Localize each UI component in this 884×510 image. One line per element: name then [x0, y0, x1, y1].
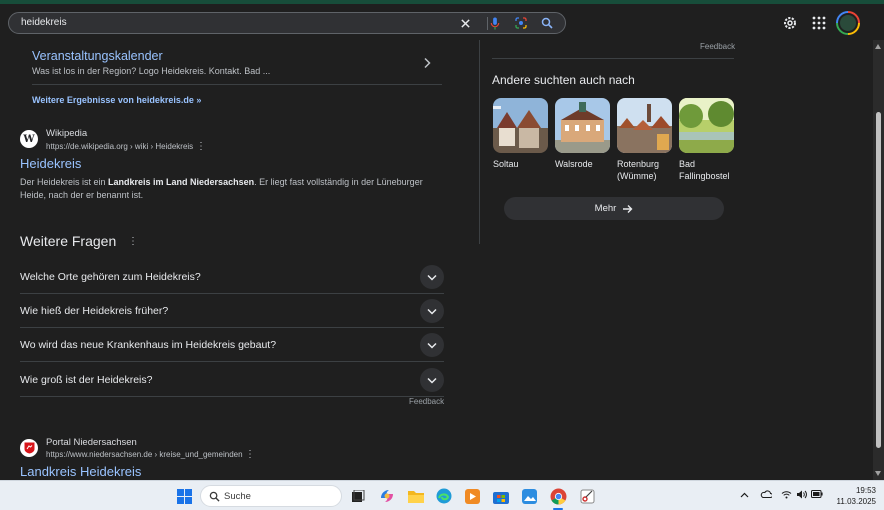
card-label[interactable]: Walsrode — [555, 158, 610, 170]
file-explorer-icon[interactable] — [407, 487, 425, 505]
more-button[interactable]: Mehr — [504, 197, 724, 220]
search-icon — [209, 491, 220, 502]
related-card-rotenburg[interactable]: Rotenburg (Wümme) — [617, 98, 672, 182]
media-player-icon[interactable] — [463, 487, 481, 505]
sitelink-title[interactable]: Veranstaltungskalender — [32, 49, 442, 63]
scroll-down-icon[interactable] — [875, 471, 881, 476]
result-url[interactable]: https://www.niedersachsen.de › kreise_un… — [46, 450, 243, 459]
feedback-link[interactable]: Feedback — [409, 397, 444, 406]
card-label[interactable]: Bad Fallingbostel — [679, 158, 734, 182]
result-title[interactable]: Landkreis Heidekreis — [20, 464, 141, 479]
volume-icon[interactable] — [796, 490, 807, 502]
windows-taskbar: Suche 19:53 11.03.2025 — [0, 480, 884, 510]
search-query[interactable]: heidekreis — [21, 17, 67, 28]
more-options-icon[interactable]: ⋮ — [245, 449, 255, 460]
related-card-bad-fallingbostel[interactable]: Bad Fallingbostel — [679, 98, 734, 182]
related-card-soltau[interactable]: Soltau — [493, 98, 548, 170]
divider — [32, 84, 442, 85]
close-icon[interactable] — [457, 15, 473, 31]
copilot-icon[interactable] — [378, 487, 396, 505]
more-results-link[interactable]: Weitere Ergebnisse von heidekreis.de » — [32, 95, 201, 105]
arrow-right-icon — [623, 204, 633, 213]
chevron-down-icon[interactable] — [420, 265, 444, 289]
account-avatar[interactable] — [836, 11, 860, 35]
system-clock[interactable]: 19:53 11.03.2025 — [826, 485, 876, 507]
apps-icon[interactable] — [810, 14, 828, 32]
more-button-label[interactable]: Mehr — [595, 203, 617, 214]
chevron-up-icon[interactable] — [740, 490, 749, 501]
niedersachsen-favicon — [20, 439, 38, 457]
chevron-down-icon[interactable] — [420, 299, 444, 323]
clock-time: 19:53 — [855, 486, 876, 495]
paa-heading: Weitere Fragen — [20, 233, 117, 249]
clock-date: 11.03.2025 — [836, 497, 876, 506]
scrollbar-thumb[interactable] — [876, 112, 881, 448]
result-url[interactable]: https://de.wikipedia.org › wiki › Heidek… — [46, 142, 193, 151]
wifi-icon[interactable] — [781, 490, 792, 502]
card-image[interactable] — [679, 98, 734, 153]
paa-question[interactable]: Wo wird das neue Krankenhaus im Heidekre… — [20, 328, 444, 362]
scroll-up-icon[interactable] — [875, 44, 881, 49]
windows-start-icon[interactable] — [175, 487, 193, 505]
lens-icon[interactable] — [513, 15, 529, 31]
chevron-down-icon[interactable] — [420, 333, 444, 357]
related-card-walsrode[interactable]: Walsrode — [555, 98, 610, 170]
photos-icon[interactable] — [520, 487, 538, 505]
more-options-icon[interactable]: ⋮ — [128, 236, 138, 247]
divider — [492, 58, 734, 59]
card-label[interactable]: Soltau — [493, 158, 548, 170]
paa-question[interactable]: Welche Orte gehören zum Heidekreis? — [20, 260, 444, 294]
taskbar-search-label[interactable]: Suche — [224, 491, 251, 502]
snipping-tool-icon[interactable] — [578, 487, 596, 505]
search-icon[interactable] — [539, 15, 555, 31]
result-snippet: Der Heidekreis ist ein Landkreis im Land… — [20, 177, 423, 200]
wikipedia-favicon: W — [20, 130, 38, 148]
result-source-name[interactable]: Portal Niedersachsen — [46, 437, 137, 448]
chevron-right-icon[interactable] — [422, 56, 432, 74]
paa-question-text[interactable]: Wie hieß der Heidekreis früher? — [20, 305, 168, 317]
more-options-icon[interactable]: ⋮ — [196, 141, 206, 152]
paa-question-text[interactable]: Welche Orte gehören zum Heidekreis? — [20, 271, 201, 283]
paa-question-text[interactable]: Wo wird das neue Krankenhaus im Heidekre… — [20, 339, 276, 351]
search-header: heidekreis — [0, 4, 884, 40]
search-input[interactable]: heidekreis — [8, 12, 566, 34]
store-icon[interactable] — [492, 487, 510, 505]
paa-question[interactable]: Wie groß ist der Heidekreis? — [20, 363, 444, 397]
chevron-down-icon[interactable] — [420, 368, 444, 392]
feedback-link[interactable]: Feedback — [700, 42, 735, 51]
chrome-icon[interactable] — [549, 487, 567, 505]
result-title[interactable]: Heidekreis — [20, 156, 81, 171]
card-label[interactable]: Rotenburg (Wümme) — [617, 158, 672, 182]
taskbar-search[interactable]: Suche — [200, 485, 342, 507]
page-scrollbar[interactable] — [873, 40, 884, 480]
column-divider — [479, 40, 480, 244]
task-view-icon[interactable] — [349, 487, 367, 505]
paa-question-text[interactable]: Wie groß ist der Heidekreis? — [20, 374, 152, 386]
sitelink-description: Was ist los in der Region? Logo Heidekre… — [32, 66, 271, 76]
card-image[interactable] — [617, 98, 672, 153]
sitelink-item[interactable]: Veranstaltungskalender Was ist los in de… — [32, 49, 442, 76]
paa-question[interactable]: Wie hieß der Heidekreis früher? — [20, 294, 444, 328]
card-image[interactable] — [493, 98, 548, 153]
card-image[interactable] — [555, 98, 610, 153]
battery-icon[interactable] — [811, 490, 823, 501]
edge-icon[interactable] — [435, 487, 453, 505]
mic-icon[interactable] — [487, 15, 503, 31]
onedrive-icon[interactable] — [760, 490, 773, 501]
also-searched-heading: Andere suchten auch nach — [492, 73, 635, 87]
result-source-name[interactable]: Wikipedia — [46, 128, 87, 139]
gear-icon[interactable] — [781, 14, 799, 32]
